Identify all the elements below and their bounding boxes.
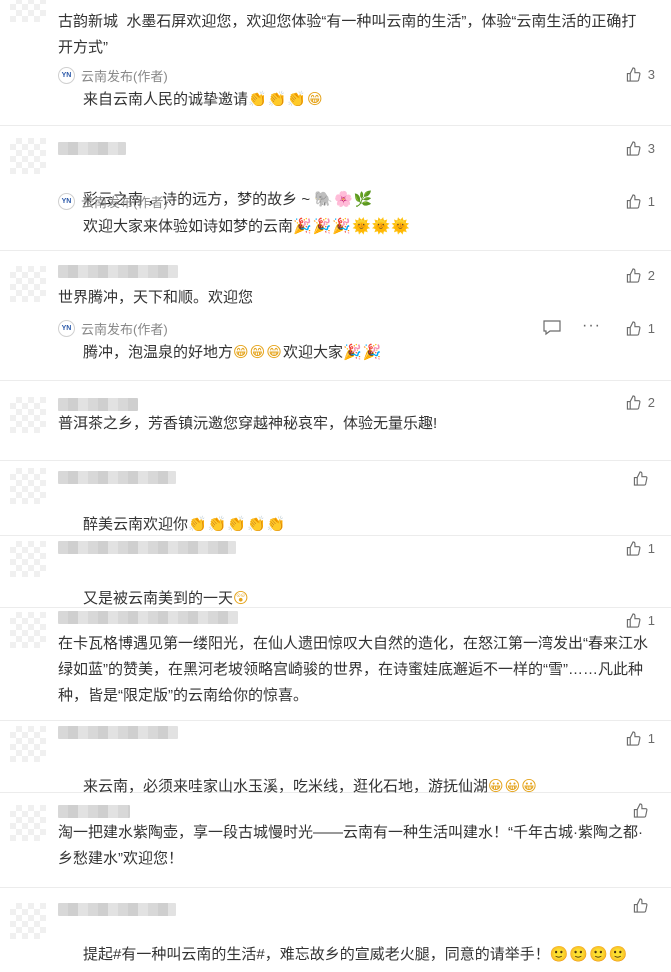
reply-body: 腾冲，泡温泉的好地方 bbox=[83, 344, 234, 361]
thumbs-up-icon bbox=[626, 267, 641, 283]
reply-emoji: 🎉🎉🎉🌞🌞🌞 bbox=[293, 217, 412, 235]
like-button[interactable]: 3 bbox=[626, 64, 655, 84]
comment-body: 又是被云南美到的一天 bbox=[83, 590, 234, 607]
author-name: 云南发布(作者) bbox=[81, 321, 168, 337]
user-name[interactable] bbox=[58, 805, 130, 818]
like-count: 1 bbox=[647, 320, 655, 336]
thumbs-up-icon bbox=[626, 540, 641, 556]
reply-emoji: 🎉🎉 bbox=[342, 343, 383, 361]
reply-body-2: 欢迎大家 bbox=[282, 344, 343, 361]
comment-item: 普洱茶之乡，芳香镇沅邀您穿越神秘哀牢，体验无量乐趣! 2 bbox=[0, 380, 671, 461]
comment-item: 提起#有一种叫云南的生活#，难忘故乡的宣威老火腿，同意的请举手！🙂🙂🙂🙂 bbox=[0, 887, 671, 972]
like-button[interactable]: 1 bbox=[626, 538, 655, 558]
user-name[interactable] bbox=[58, 471, 176, 484]
yunnan-logo: YN bbox=[58, 66, 75, 84]
thumbs-up-icon bbox=[626, 730, 641, 746]
like-count: 3 bbox=[647, 140, 655, 156]
avatar[interactable] bbox=[10, 612, 46, 648]
comment-item: 古韵新城 水墨石屏欢迎您，欢迎您体验“有一种叫云南的生活”，体验“云南生活的正确… bbox=[0, 0, 671, 126]
user-name[interactable] bbox=[58, 142, 126, 155]
comment-text: 世界腾冲，天下和顺。欢迎您 bbox=[58, 289, 254, 306]
thumbs-up-icon bbox=[626, 320, 641, 336]
like-count: 2 bbox=[647, 394, 655, 410]
thumbs-up-icon bbox=[633, 470, 648, 486]
thumbs-up-icon bbox=[626, 66, 641, 82]
like-button[interactable]: 1 bbox=[626, 191, 655, 211]
reply-author[interactable]: YN 云南发布(作者) bbox=[58, 192, 168, 210]
like-count: 1 bbox=[647, 540, 655, 556]
reply-emoji: 👏👏👏😁 bbox=[248, 90, 324, 108]
comment-text: 提起#有一种叫云南的生活#，难忘故乡的宣威老火腿，同意的请举手！🙂🙂🙂🙂 bbox=[58, 917, 651, 972]
author-name: 云南发布(作者) bbox=[81, 194, 168, 210]
reply-text: 欢迎大家来体验如诗如梦的云南🎉🎉🎉🌞🌞🌞 bbox=[83, 214, 651, 239]
like-count: 1 bbox=[647, 193, 655, 209]
like-button[interactable] bbox=[633, 800, 655, 820]
comment-feed: 古韵新城 水墨石屏欢迎您，欢迎您体验“有一种叫云南的生活”，体验“云南生活的正确… bbox=[0, 0, 671, 972]
avatar[interactable] bbox=[10, 468, 46, 504]
thumbs-up-icon bbox=[633, 897, 648, 913]
comment-text: 古韵新城 水墨石屏欢迎您，欢迎您体验“有一种叫云南的生活”，体验“云南生活的正确… bbox=[58, 13, 637, 56]
avatar[interactable] bbox=[10, 903, 46, 939]
avatar[interactable] bbox=[10, 266, 46, 302]
like-button[interactable] bbox=[633, 895, 655, 915]
like-count: 1 bbox=[647, 730, 655, 746]
like-button[interactable] bbox=[633, 468, 655, 488]
comment-emoji: 👏👏👏👏👏 bbox=[188, 515, 287, 533]
comment-item: 在卡瓦格博遇见第一缕阳光，在仙人遗田惊叹大自然的造化，在怒江第一湾发出“春来江水… bbox=[0, 607, 671, 721]
reply-author[interactable]: YN 云南发布(作者) bbox=[58, 319, 168, 337]
more-dots-icon[interactable]: ··· bbox=[582, 318, 601, 334]
reply-text: 腾冲，泡温泉的好地方😁😁😁欢迎大家🎉🎉 bbox=[83, 340, 651, 365]
like-button[interactable]: 2 bbox=[626, 265, 655, 285]
like-count: 2 bbox=[647, 267, 655, 283]
comment-item: 淘一把建水紫陶壶，享一段古城慢时光——云南有一种生活叫建水！“千年古城·紫陶之都… bbox=[0, 792, 671, 888]
like-button[interactable]: 3 bbox=[626, 138, 655, 158]
yunnan-logo: YN bbox=[58, 192, 75, 210]
user-name[interactable] bbox=[58, 903, 176, 916]
avatar[interactable] bbox=[10, 0, 46, 22]
reply-body: 来自云南人民的诚挚邀请 bbox=[83, 91, 249, 108]
comment-emoji: 🙂🙂🙂🙂 bbox=[549, 945, 629, 963]
comment-item: 彩云之南 ，诗的远方，梦的故乡 ~ 🐘🌸🌿 3 YN 云南发布(作者) 欢迎大家… bbox=[0, 125, 671, 251]
thumbs-up-icon bbox=[626, 193, 641, 209]
reply-emoji-mid: 😁😁😁 bbox=[233, 343, 283, 361]
reply-text: 来自云南人民的诚挚邀请👏👏👏😁 bbox=[83, 87, 651, 112]
comment-item: 醉美云南欢迎你👏👏👏👏👏 bbox=[0, 460, 671, 536]
comment-item: 世界腾冲，天下和顺。欢迎您 2 YN 云南发布(作者) ··· 腾冲，泡温泉的好… bbox=[0, 250, 671, 381]
thumbs-up-icon bbox=[626, 612, 641, 628]
user-name[interactable] bbox=[58, 398, 138, 411]
user-name[interactable] bbox=[58, 265, 178, 278]
thumbs-up-icon bbox=[633, 802, 648, 818]
avatar[interactable] bbox=[10, 138, 46, 174]
user-name[interactable] bbox=[58, 541, 236, 554]
avatar[interactable] bbox=[10, 397, 46, 433]
author-name: 云南发布(作者) bbox=[81, 68, 168, 84]
thumbs-up-icon bbox=[626, 140, 641, 156]
like-button[interactable]: 1 bbox=[626, 610, 655, 630]
comment-text: 普洱茶之乡，芳香镇沅邀您穿越神秘哀牢，体验无量乐趣! bbox=[58, 415, 438, 432]
like-count: 1 bbox=[647, 612, 655, 628]
comment-body: 醉美云南欢迎你 bbox=[83, 516, 189, 533]
thumbs-up-icon bbox=[626, 394, 641, 410]
comment-bubble-icon[interactable] bbox=[543, 320, 561, 336]
comment-emoji: 🐘🌸🌿 bbox=[314, 190, 374, 208]
comment-emoji: 😲 bbox=[233, 589, 250, 607]
reply-body: 欢迎大家来体验如诗如梦的云南 bbox=[83, 218, 294, 235]
yunnan-logo: YN bbox=[58, 319, 75, 337]
comment-text: 淘一把建水紫陶壶，享一段古城慢时光——云南有一种生活叫建水！“千年古城·紫陶之都… bbox=[58, 824, 643, 867]
comment-item: 来云南，必须来哇家山水玉溪，吃米线，逛化石地，游抚仙湖😀😀😀 1 bbox=[0, 720, 671, 795]
avatar[interactable] bbox=[10, 805, 46, 841]
comment-text: 在卡瓦格博遇见第一缕阳光，在仙人遗田惊叹大自然的造化，在怒江第一湾发出“春来江水… bbox=[58, 635, 648, 704]
like-button[interactable]: 1 bbox=[626, 728, 655, 748]
avatar[interactable] bbox=[10, 726, 46, 762]
reply-author[interactable]: YN 云南发布(作者) bbox=[58, 66, 168, 84]
like-count: 3 bbox=[647, 66, 655, 82]
avatar[interactable] bbox=[10, 541, 46, 577]
user-name[interactable] bbox=[58, 611, 238, 624]
comment-item: 又是被云南美到的一天😲 1 bbox=[0, 535, 671, 608]
like-button[interactable]: 1 bbox=[626, 318, 655, 338]
user-name[interactable] bbox=[58, 726, 178, 739]
comment-body: 提起#有一种叫云南的生活#，难忘故乡的宣威老火腿，同意的请举手！ bbox=[83, 946, 550, 963]
like-button[interactable]: 2 bbox=[626, 392, 655, 412]
